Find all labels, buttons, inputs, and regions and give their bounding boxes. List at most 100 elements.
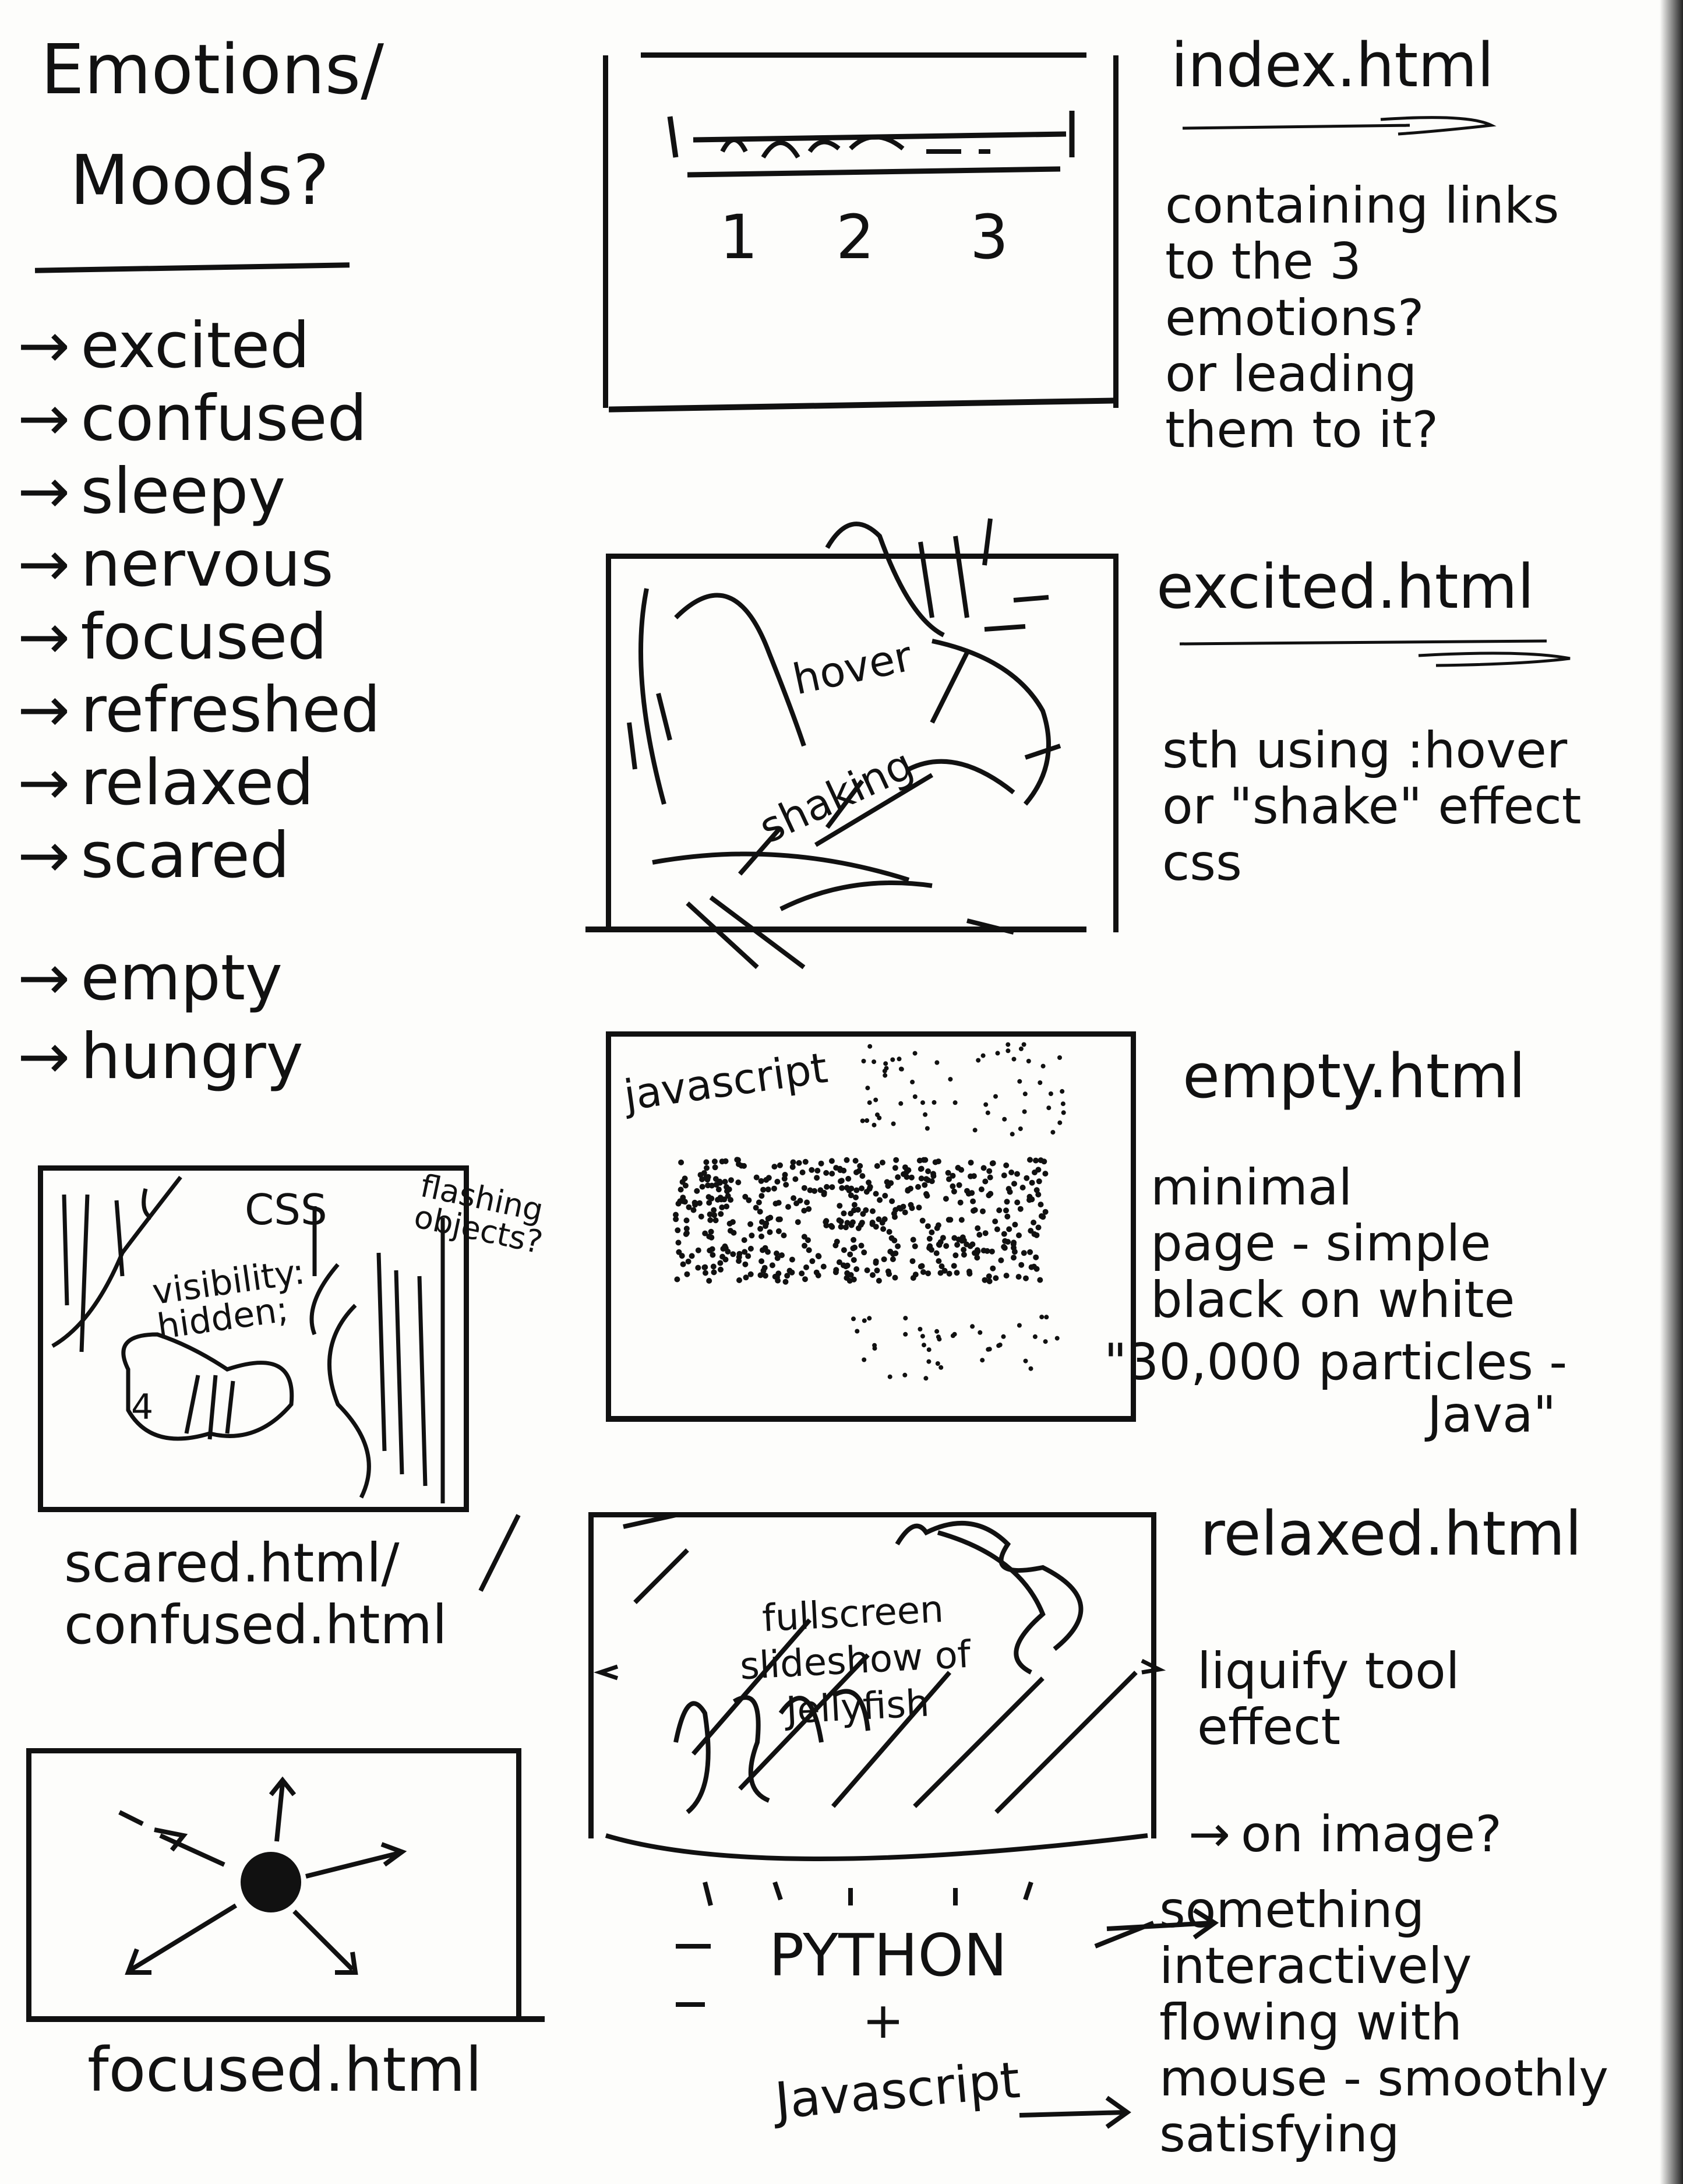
- particle-dot: [848, 1210, 854, 1217]
- particle-dot: [887, 1248, 894, 1255]
- particle-dot: [957, 1199, 964, 1206]
- particle-dot: [839, 1185, 845, 1191]
- mood-item-scared: → scared: [17, 825, 290, 887]
- particle-dot: [678, 1159, 685, 1165]
- particle-dot: [823, 1170, 830, 1176]
- particle-dot: [832, 1242, 839, 1249]
- particle-dot: [775, 1216, 782, 1223]
- particle-dot: [711, 1269, 717, 1276]
- particle-dot: [972, 1128, 978, 1133]
- particle-dot: [725, 1248, 731, 1255]
- particle-dot: [844, 1157, 850, 1163]
- particle-dot: [684, 1271, 690, 1277]
- particle-dot: [853, 1266, 860, 1272]
- particle-dot: [861, 1249, 867, 1256]
- particle-dot: [837, 1203, 843, 1209]
- relaxed-file-name: relaxed.html: [1200, 1498, 1582, 1569]
- particle-dot: [1032, 1334, 1038, 1339]
- particle-dot: [864, 1267, 870, 1273]
- scared-css-label: CSS: [245, 1185, 327, 1234]
- particle-dot: [974, 1247, 980, 1253]
- particle-dot: [742, 1249, 748, 1255]
- particle-dot: [971, 1207, 976, 1214]
- particle-dot: [882, 1193, 888, 1199]
- particle-dot: [795, 1219, 801, 1225]
- particle-dot: [985, 1110, 990, 1115]
- mood-label: refreshed: [80, 674, 381, 746]
- particle-dot: [841, 1247, 847, 1253]
- particle-dot: [890, 1057, 895, 1062]
- particle-dot: [926, 1347, 932, 1352]
- particle-dot: [818, 1160, 824, 1167]
- particle-dot: [873, 1097, 878, 1102]
- particle-dot: [1002, 1116, 1007, 1122]
- particle-dot: [1008, 1170, 1015, 1175]
- particle-cloud: [673, 1042, 1066, 1381]
- particle-dot: [823, 1223, 830, 1228]
- particle-dot: [757, 1225, 764, 1232]
- particle-dot: [1001, 1172, 1007, 1179]
- particle-dot: [743, 1274, 749, 1281]
- particle-dot: [855, 1207, 861, 1213]
- particle-dot: [853, 1169, 859, 1175]
- particle-dot: [897, 1056, 902, 1062]
- particle-dot: [765, 1216, 771, 1222]
- particle-dot: [683, 1231, 689, 1237]
- particle-dot: [943, 1243, 950, 1249]
- mood-label: nervous: [80, 528, 334, 601]
- particle-dot: [1033, 1232, 1040, 1238]
- particle-dot: [859, 1220, 865, 1226]
- particle-dot: [851, 1276, 857, 1283]
- particle-dot: [959, 1238, 965, 1244]
- particle-dot: [814, 1168, 821, 1174]
- particle-dot: [792, 1176, 799, 1182]
- arrow-right-icon: →: [17, 942, 70, 1014]
- title-line-2: Moods?: [70, 140, 330, 220]
- particle-dot: [741, 1237, 747, 1244]
- particle-dot: [722, 1243, 728, 1249]
- particle-dot: [954, 1242, 961, 1248]
- particle-dot: [1038, 1202, 1044, 1208]
- relaxed-note-liquify: liquify tool effect: [1197, 1642, 1460, 1757]
- mood-item-sleepy: → sleepy: [17, 460, 285, 523]
- particle-dot: [976, 1232, 983, 1238]
- particle-dot: [1003, 1273, 1010, 1279]
- particle-dot: [867, 1316, 872, 1321]
- particle-dot: [1018, 1262, 1025, 1268]
- particle-dot: [769, 1262, 775, 1269]
- particle-dot: [749, 1232, 755, 1239]
- particle-dot: [937, 1270, 944, 1276]
- particle-dot: [950, 1183, 956, 1189]
- relaxed-tech-python: PYTHON: [769, 1921, 1007, 1989]
- particle-dot: [1011, 1181, 1017, 1187]
- particle-dot: [886, 1229, 892, 1235]
- excited-file-name: excited.html: [1156, 551, 1534, 622]
- particle-dot: [1023, 1275, 1029, 1281]
- particle-dot: [1028, 1264, 1035, 1270]
- particle-dot: [832, 1269, 839, 1276]
- particle-dot: [970, 1198, 976, 1204]
- particle-dot: [861, 1059, 866, 1063]
- particle-dot: [708, 1195, 715, 1202]
- particle-dot: [803, 1264, 809, 1270]
- particle-dot: [728, 1177, 734, 1183]
- particle-dot: [707, 1211, 713, 1217]
- particle-dot: [789, 1269, 795, 1276]
- mood-item-focused: → focused: [17, 606, 327, 669]
- particle-dot: [713, 1182, 719, 1188]
- particle-dot: [726, 1186, 732, 1192]
- javascript-arrow-icon: [1019, 2095, 1131, 2129]
- particle-dot: [801, 1185, 807, 1191]
- particle-dot: [736, 1277, 742, 1283]
- particle-dot: [1003, 1162, 1010, 1168]
- particle-dot: [675, 1239, 682, 1246]
- particle-dot: [1004, 1199, 1010, 1205]
- particle-dot: [753, 1174, 760, 1181]
- particle-dot: [1018, 1046, 1024, 1051]
- particle-dot: [730, 1251, 736, 1257]
- particle-dot: [982, 1178, 989, 1185]
- particle-dot: [997, 1343, 1003, 1347]
- particle-dot: [785, 1204, 791, 1210]
- particle-dot: [802, 1242, 807, 1249]
- index-link-number: 2: [836, 202, 875, 273]
